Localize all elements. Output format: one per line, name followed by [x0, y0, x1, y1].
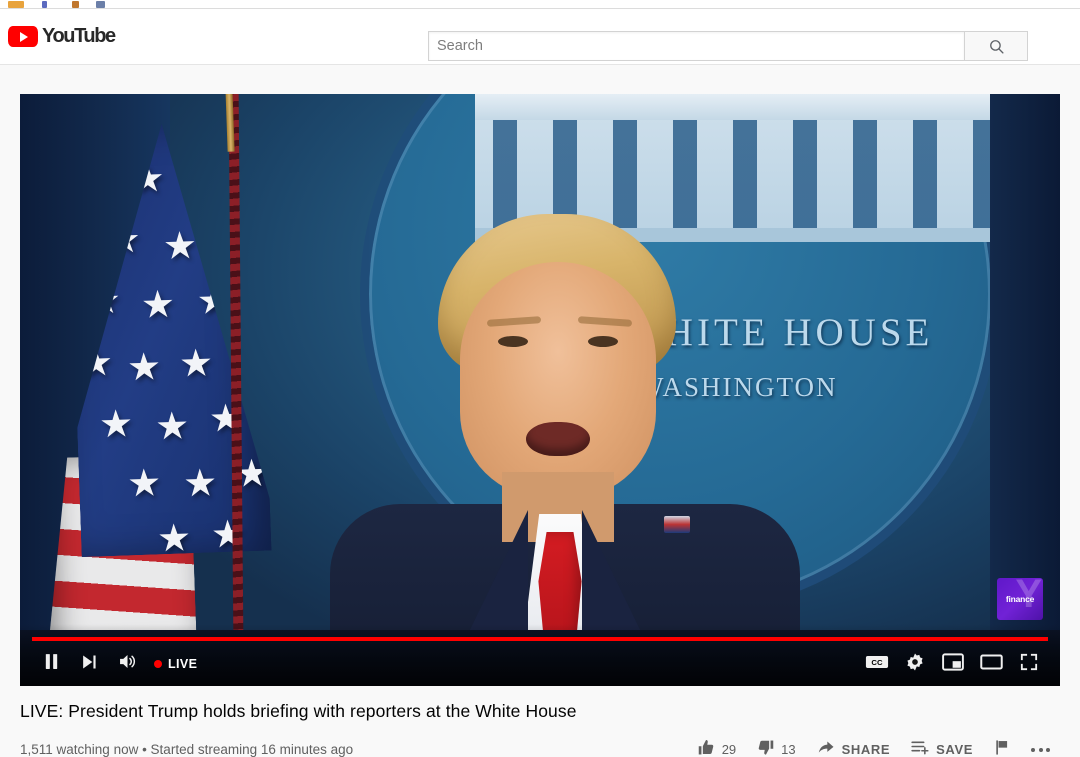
search-input[interactable] — [428, 31, 964, 61]
pause-icon — [41, 651, 62, 677]
fullscreen-icon — [1019, 652, 1039, 677]
report-button[interactable] — [983, 736, 1021, 757]
more-horizontal-icon — [1031, 747, 1035, 752]
bookmark-icon-2[interactable] — [42, 1, 47, 8]
us-flag: ★ ★ ★ ★ ★ ★ ★ ★ ★ ★ ★ ★ ★ ★ ★ ★ ★ ★ ★ — [45, 94, 289, 648]
primary-column: WHITE HOUSE WASHINGTON ★ ★ ★ ★ ★ ★ ★ ★ ★… — [20, 94, 1060, 686]
theater-mode-icon — [979, 653, 1003, 676]
page-title: LIVE: President Trump holds briefing wit… — [20, 701, 577, 721]
search-icon — [988, 38, 1005, 55]
video-progress-fill — [32, 637, 1048, 641]
save-label: SAVE — [936, 742, 973, 757]
bookmark-icon-3[interactable] — [72, 1, 79, 8]
gear-icon — [905, 652, 925, 677]
watch-page: WHITE HOUSE WASHINGTON ★ ★ ★ ★ ★ ★ ★ ★ ★… — [0, 65, 1080, 757]
captions-button[interactable]: CC — [858, 645, 896, 683]
share-label: SHARE — [841, 742, 891, 757]
bookmark-icon-4[interactable] — [96, 1, 105, 8]
meta-row: 1,511 watching now • Started streaming 1… — [20, 736, 1060, 757]
video-frame-image: WHITE HOUSE WASHINGTON ★ ★ ★ ★ ★ ★ ★ ★ ★… — [20, 94, 1060, 686]
video-player[interactable]: WHITE HOUSE WASHINGTON ★ ★ ★ ★ ★ ★ ★ ★ ★… — [20, 94, 1060, 686]
live-dot-icon — [154, 660, 162, 668]
like-count: 29 — [721, 742, 737, 757]
add-to-playlist-icon — [910, 737, 930, 757]
miniplayer-icon — [942, 652, 964, 676]
save-button[interactable]: SAVE — [900, 736, 983, 757]
youtube-play-icon — [8, 26, 38, 47]
youtube-header: YouTube — [0, 9, 1080, 65]
next-button[interactable] — [70, 645, 108, 683]
live-label: LIVE — [168, 657, 198, 671]
flag-icon — [993, 738, 1011, 757]
search-button[interactable] — [964, 31, 1028, 61]
watermark-label: finance — [1005, 594, 1035, 604]
bookmark-icon-1[interactable] — [8, 1, 24, 8]
theater-button[interactable] — [972, 645, 1010, 683]
search-bar — [428, 31, 1028, 61]
youtube-logo-text: YouTube — [42, 25, 116, 47]
thumbs-up-icon — [697, 738, 716, 757]
youtube-logo[interactable]: YouTube — [8, 25, 116, 48]
dislike-button[interactable]: 13 — [746, 736, 805, 757]
like-button[interactable]: 29 — [687, 736, 746, 757]
fullscreen-button[interactable] — [1010, 645, 1048, 683]
next-track-icon — [79, 652, 99, 677]
miniplayer-button[interactable] — [934, 645, 972, 683]
speaker-figure — [330, 214, 800, 686]
video-progress-bar[interactable] — [32, 637, 1048, 641]
volume-high-icon — [117, 651, 138, 677]
live-indicator[interactable]: LIVE — [146, 645, 205, 683]
browser-bookmark-bar — [0, 0, 1080, 9]
video-meta: LIVE: President Trump holds briefing wit… — [20, 686, 1060, 757]
settings-button[interactable] — [896, 645, 934, 683]
player-controls: LIVE CC — [20, 642, 1060, 686]
share-arrow-icon — [816, 737, 836, 757]
pause-button[interactable] — [32, 645, 70, 683]
flag-lapel-pin — [664, 516, 690, 533]
volume-button[interactable] — [108, 645, 146, 683]
share-button[interactable]: SHARE — [806, 736, 901, 757]
yahoo-finance-watermark: Y finance — [997, 578, 1043, 620]
closed-captions-icon: CC — [865, 653, 889, 676]
dislike-count: 13 — [781, 742, 796, 757]
thumbs-down-icon — [756, 738, 775, 757]
more-actions-button[interactable] — [1021, 736, 1060, 757]
svg-text:CC: CC — [871, 658, 883, 667]
video-actions: 29 13 SHARE SAVE — [687, 736, 1060, 757]
view-count-line: 1,511 watching now • Started streaming 1… — [20, 742, 354, 757]
